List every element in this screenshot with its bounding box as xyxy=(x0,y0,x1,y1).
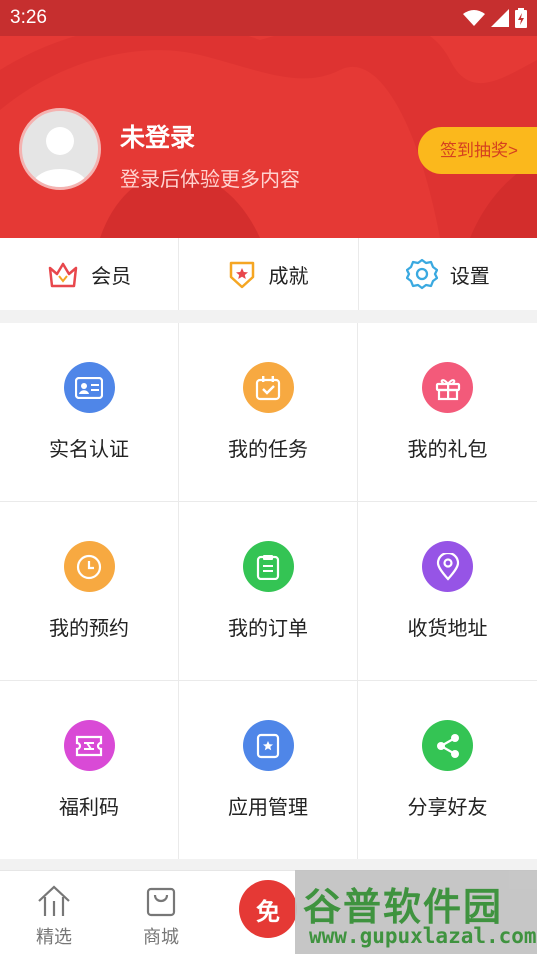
quick-settings-label: 设置 xyxy=(449,265,490,288)
quick-member[interactable]: 会员 xyxy=(0,238,180,310)
badge-star-icon xyxy=(230,261,255,289)
grid-label: 实名认证 xyxy=(49,439,129,461)
nav-item-featured[interactable]: 精选 xyxy=(14,885,94,949)
grid-item-welfare-code[interactable]: 福利码 xyxy=(0,681,179,859)
grid-item-my-reservations[interactable]: 我的预约 xyxy=(0,502,179,681)
home-icon xyxy=(38,885,70,916)
grid-label: 我的订单 xyxy=(228,618,308,640)
signin-lottery-button[interactable]: 签到抽奖> xyxy=(418,127,537,174)
grid-item-share-friends[interactable]: 分享好友 xyxy=(358,681,537,859)
ticket-icon xyxy=(63,720,115,771)
share-icon xyxy=(422,720,473,771)
nav-label-featured: 精选 xyxy=(36,927,72,947)
feature-grid: 实名认证 我的任务 我的礼包 我的预约 我的订单 收货地址 福利码 应用管理 分… xyxy=(0,323,537,859)
battery-charging-icon xyxy=(515,8,527,28)
quick-member-label: 会员 xyxy=(91,265,132,288)
avatar[interactable] xyxy=(19,108,101,190)
grid-label: 福利码 xyxy=(59,797,119,819)
quick-achievement[interactable]: 成就 xyxy=(179,238,359,310)
status-icons xyxy=(463,8,527,28)
grid-item-real-name[interactable]: 实名认证 xyxy=(0,323,179,502)
free-center-button[interactable]: 免 xyxy=(239,880,297,938)
wifi-icon xyxy=(463,10,485,26)
quick-settings[interactable]: 设置 xyxy=(359,238,537,310)
crown-icon xyxy=(48,262,78,288)
clock-icon xyxy=(63,541,115,592)
grid-label: 我的任务 xyxy=(228,439,308,461)
location-icon xyxy=(422,541,473,592)
watermark-title: 谷普软件园 xyxy=(303,885,504,929)
profile-header: 3:26 未登录 登录后体验更多内容 签到抽奖> xyxy=(0,0,537,238)
quick-achievement-label: 成就 xyxy=(268,265,309,288)
status-bar: 3:26 xyxy=(0,0,537,36)
gift-icon xyxy=(422,362,473,413)
grid-label: 我的礼包 xyxy=(407,439,488,461)
grid-item-my-tasks[interactable]: 我的任务 xyxy=(179,323,358,502)
grid-item-my-orders[interactable]: 我的订单 xyxy=(179,502,358,681)
signal-icon xyxy=(491,9,509,27)
gear-icon xyxy=(405,258,438,290)
status-time: 3:26 xyxy=(10,7,47,28)
nav-item-mall[interactable]: 商城 xyxy=(121,885,201,949)
grid-label: 我的预约 xyxy=(49,618,129,640)
clipboard-icon xyxy=(242,541,294,592)
calendar-check-icon xyxy=(242,362,294,413)
grid-label: 分享好友 xyxy=(407,797,488,819)
grid-item-my-gifts[interactable]: 我的礼包 xyxy=(358,323,537,502)
nav-label-mall: 商城 xyxy=(143,927,179,947)
watermark-url: www.gupuxlazal.com xyxy=(309,924,537,948)
app-manage-icon xyxy=(242,720,294,771)
watermark: 谷普软件园 www.gupuxlazal.com xyxy=(295,870,537,954)
grid-item-app-management[interactable]: 应用管理 xyxy=(179,681,358,859)
grid-item-shipping-address[interactable]: 收货地址 xyxy=(358,502,537,681)
id-card-icon xyxy=(63,362,115,413)
shopping-bag-icon xyxy=(146,887,176,917)
user-subtitle: 登录后体验更多内容 xyxy=(120,169,300,191)
grid-label: 收货地址 xyxy=(407,618,488,640)
grid-label: 应用管理 xyxy=(228,797,308,819)
quick-actions-row: 会员 成就 设置 xyxy=(0,238,537,310)
user-name[interactable]: 未登录 xyxy=(120,118,195,154)
user-placeholder-icon xyxy=(32,127,88,187)
